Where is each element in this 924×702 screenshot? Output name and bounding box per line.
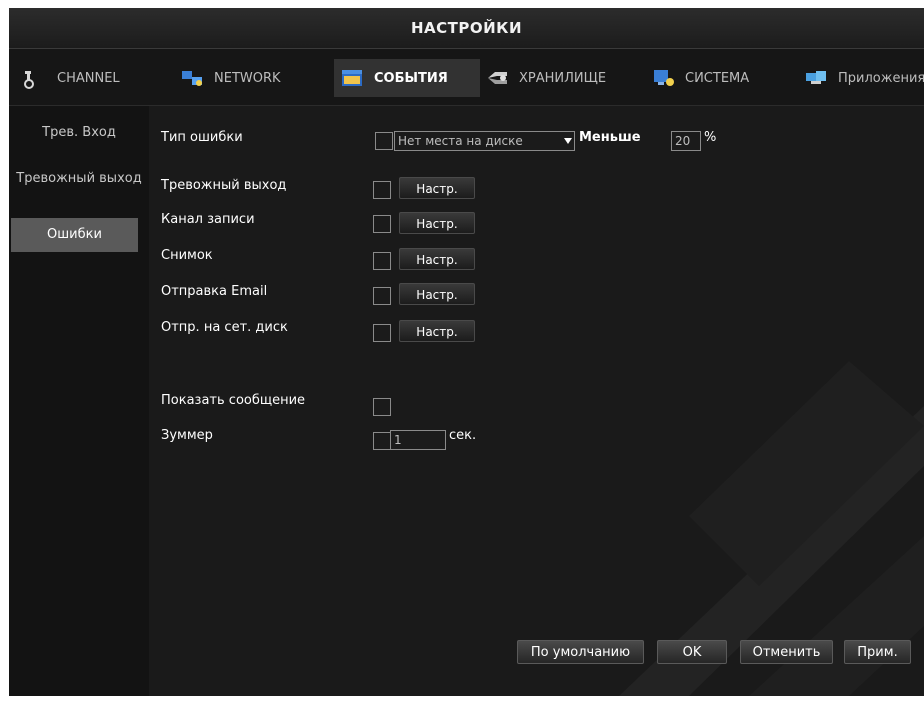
tab-bar: CHANNEL NETWORK СОБЫТИЯ ХРАНИЛИЩЕ СИСТЕМ… (9, 49, 924, 106)
title-bar: НАСТРОЙКИ (9, 8, 924, 49)
less-input[interactable]: 20 (671, 131, 701, 151)
apply-button[interactable]: Прим. (844, 640, 911, 664)
error-type-value: Нет места на диске (398, 134, 523, 148)
settings-window: НАСТРОЙКИ CHANNEL NETWORK СОБЫТИЯ ХРАНИЛ… (9, 8, 924, 696)
row-alarm-output-checkbox[interactable] (373, 181, 391, 199)
error-type-dropdown[interactable]: Нет места на диске (394, 131, 575, 151)
row-alarm-output-label: Тревожный выход (161, 178, 287, 193)
tab-system[interactable]: СИСТЕМА (645, 59, 799, 97)
camera-icon (24, 71, 34, 89)
storage-icon (488, 72, 507, 84)
window-title: НАСТРОЙКИ (410, 19, 523, 37)
network-icon (182, 71, 202, 86)
sidebar-item-alarm-output[interactable]: Тревожный выход (9, 162, 149, 196)
row-record-channel-setup-button[interactable]: Настр. (399, 212, 475, 234)
events-icon (342, 70, 362, 86)
row-net-disk-checkbox[interactable] (373, 324, 391, 342)
row-record-channel-label: Канал записи (161, 212, 255, 227)
show-message-checkbox[interactable] (373, 398, 391, 416)
tab-apps[interactable]: Приложения (798, 59, 924, 97)
row-send-email-checkbox[interactable] (373, 287, 391, 305)
tab-label: NETWORK (214, 70, 281, 86)
tab-storage[interactable]: ХРАНИЛИЩЕ (479, 59, 637, 97)
sidebar: Трев. Вход Тревожный выход Ошибки (9, 106, 149, 696)
row-snapshot-label: Снимок (161, 248, 213, 263)
row-snapshot-setup-button[interactable]: Настр. (399, 248, 475, 270)
show-message-label: Показать сообщение (161, 393, 306, 408)
buzzer-unit: сек. (449, 428, 477, 443)
tab-network[interactable]: NETWORK (174, 59, 328, 97)
tab-label: Приложения (838, 70, 924, 86)
buzzer-checkbox[interactable] (373, 432, 391, 450)
less-label: Меньше (579, 130, 641, 145)
tab-channel[interactable]: CHANNEL (17, 59, 168, 97)
buzzer-seconds-input[interactable]: 1 (390, 430, 446, 450)
tab-label: ХРАНИЛИЩЕ (519, 70, 607, 86)
tab-label: СИСТЕМА (685, 70, 750, 86)
apps-icon (806, 71, 826, 84)
chevron-down-icon (564, 138, 572, 144)
buzzer-label: Зуммер (161, 428, 213, 443)
cancel-button[interactable]: Отменить (740, 640, 833, 664)
row-net-disk-setup-button[interactable]: Настр. (399, 320, 475, 342)
sidebar-item-alarm-input[interactable]: Трев. Вход (9, 116, 149, 150)
tab-events[interactable]: СОБЫТИЯ (334, 59, 480, 97)
system-icon (654, 70, 674, 86)
error-settings-panel: Тип ошибки Нет места на диске Меньше 20 … (149, 106, 924, 696)
tab-label: CHANNEL (57, 70, 120, 86)
row-snapshot-checkbox[interactable] (373, 252, 391, 270)
error-type-checkbox[interactable] (375, 132, 393, 150)
row-send-email-label: Отправка Email (161, 284, 268, 299)
screen: НАСТРОЙКИ CHANNEL NETWORK СОБЫТИЯ ХРАНИЛ… (0, 0, 924, 702)
row-send-email-setup-button[interactable]: Настр. (399, 283, 475, 305)
error-type-label: Тип ошибки (161, 130, 243, 145)
row-record-channel-checkbox[interactable] (373, 215, 391, 233)
row-net-disk-label: Отпр. на сет. диск (161, 320, 288, 335)
row-alarm-output-setup-button[interactable]: Настр. (399, 177, 475, 199)
percent-sign: % (704, 130, 717, 145)
ok-button[interactable]: OK (657, 640, 727, 664)
sidebar-item-errors[interactable]: Ошибки (11, 218, 138, 252)
tab-label: СОБЫТИЯ (374, 70, 448, 86)
default-button[interactable]: По умолчанию (517, 640, 644, 664)
